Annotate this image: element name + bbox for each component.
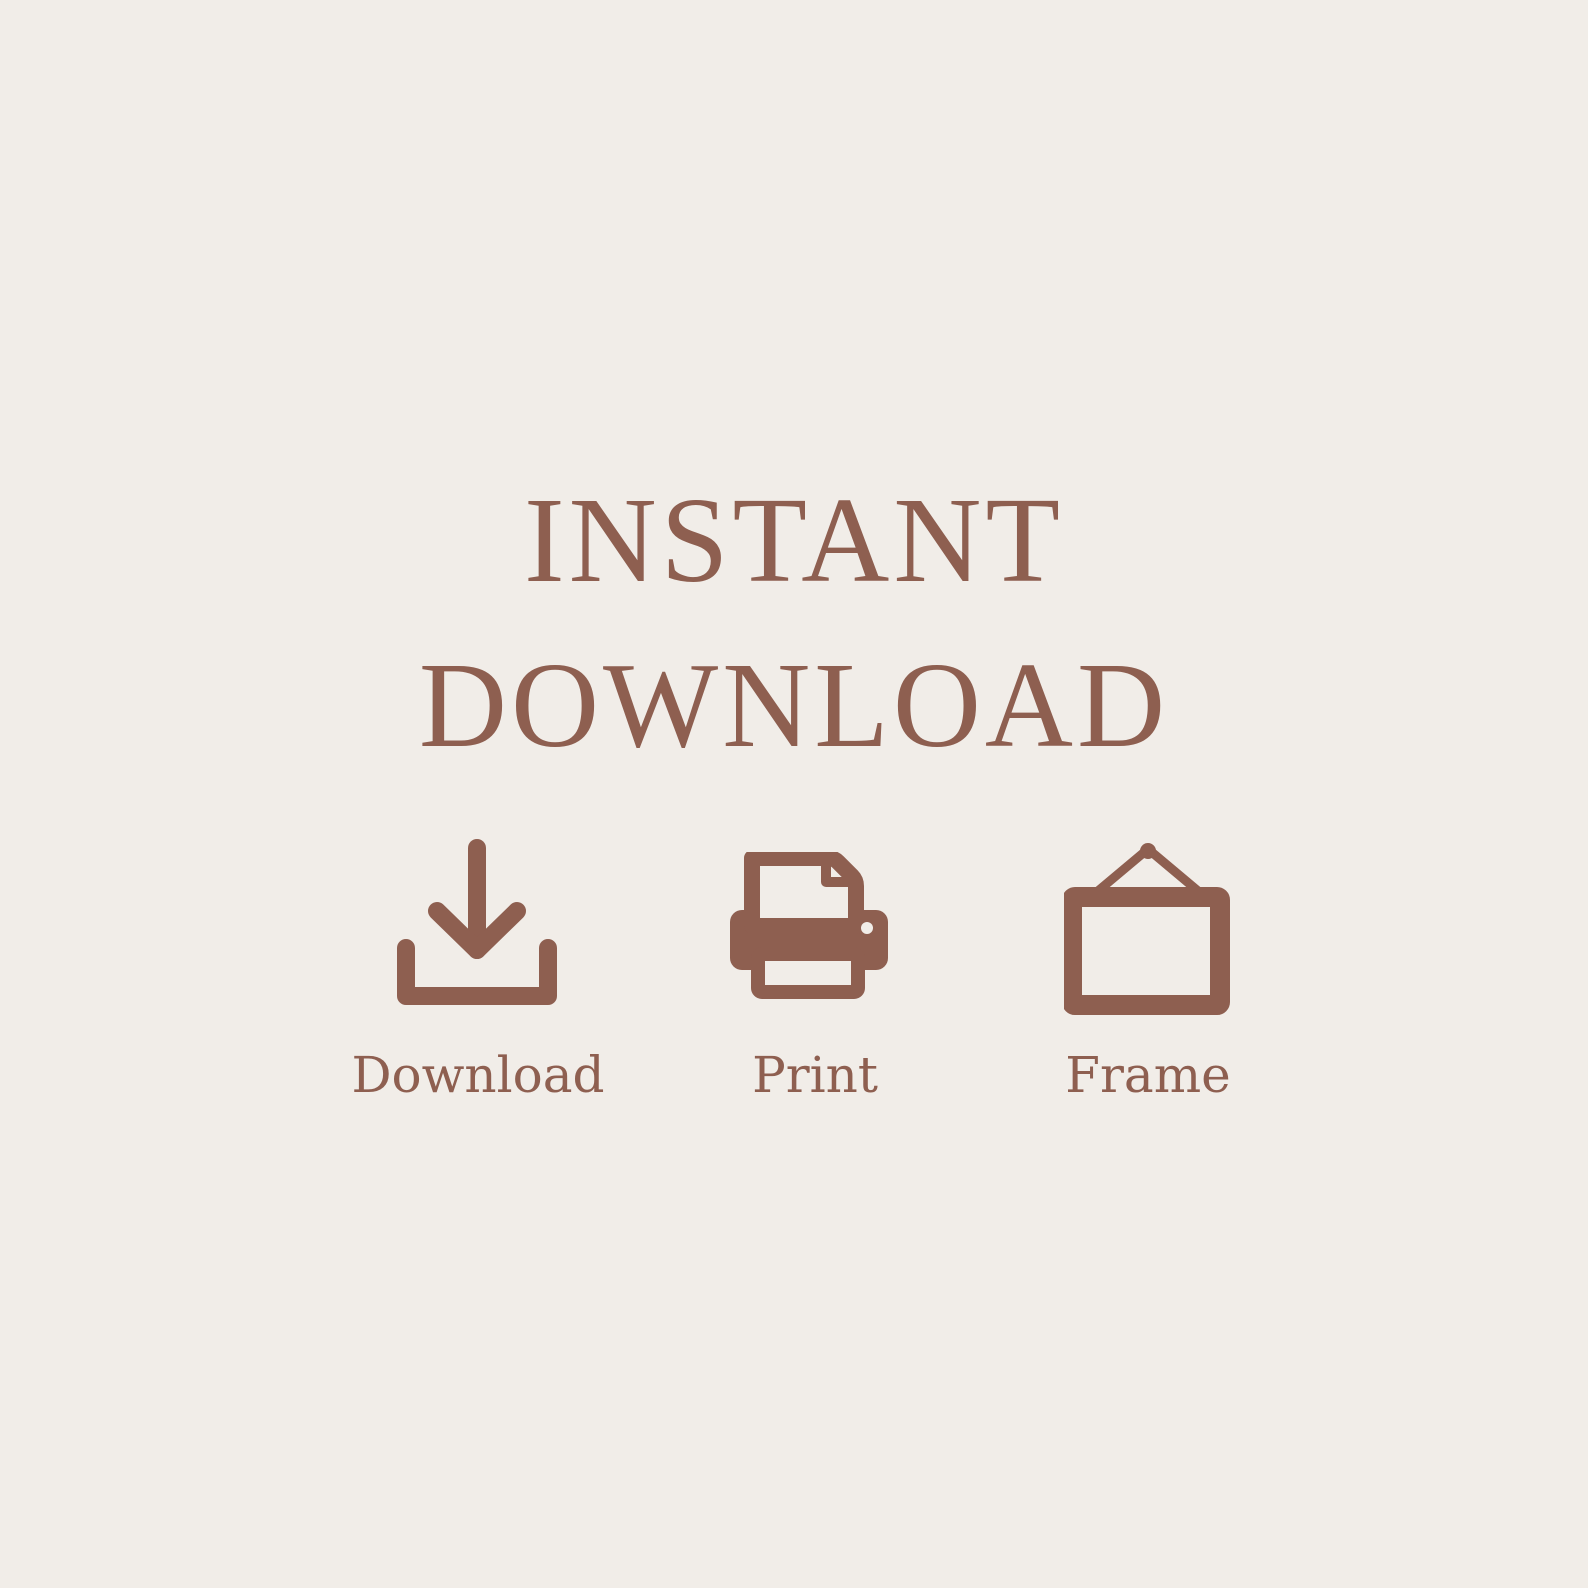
download-label: Download (351, 1046, 605, 1104)
hanging-frame-icon (1064, 843, 1234, 1018)
headline-instant: INSTANT (523, 473, 1065, 608)
frame-label: Frame (1065, 1046, 1231, 1104)
print-label: Print (752, 1046, 878, 1104)
headline-download: DOWNLOAD (418, 638, 1170, 773)
download-icon (395, 838, 565, 1023)
printer-icon (730, 852, 900, 1010)
